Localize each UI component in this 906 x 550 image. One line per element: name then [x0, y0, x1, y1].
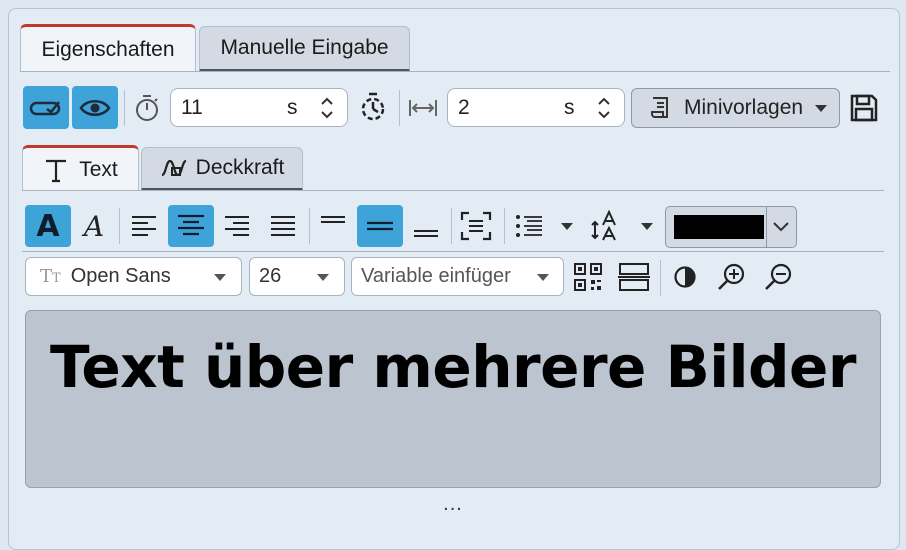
separator: [660, 260, 661, 296]
valign-top-icon: [321, 216, 345, 223]
spacing-input[interactable]: 2 s: [447, 88, 625, 127]
list-dropdown-icon[interactable]: [561, 223, 573, 230]
list-button[interactable]: [512, 208, 546, 244]
subtab-divider: [22, 190, 884, 191]
visibility-button[interactable]: [72, 86, 118, 129]
spacing-unit: s: [564, 95, 575, 119]
barcode-icon: [618, 263, 650, 291]
color-dropdown-divider: [766, 207, 767, 247]
tab-deckkraft[interactable]: Deckkraft: [141, 147, 303, 191]
bold-a-icon: A: [36, 208, 60, 244]
insert-variable-select[interactable]: Variable einfüger: [351, 257, 564, 296]
separator: [399, 90, 400, 126]
separator: [119, 208, 120, 244]
tab-divider: [20, 71, 890, 72]
valign-middle-icon: [367, 221, 393, 231]
separator: [504, 208, 505, 244]
timing-icon[interactable]: [355, 88, 391, 126]
valign-bottom-button[interactable]: [409, 208, 443, 244]
zoom-in-icon: [718, 263, 745, 290]
zoom-out-button[interactable]: [760, 259, 796, 295]
zoom-out-icon: [765, 263, 792, 290]
align-center-icon: [178, 214, 204, 236]
text-t-icon: [46, 159, 67, 182]
font-size-select[interactable]: 26: [249, 257, 345, 296]
width-arrows-icon: [406, 92, 440, 124]
fit-frame-icon: [460, 211, 492, 241]
color-picker[interactable]: [665, 206, 797, 248]
duration-spinner-icon[interactable]: [319, 95, 335, 121]
visibility-link-toggle[interactable]: [23, 86, 69, 129]
preview-text: Text über mehrere Bilder: [49, 333, 857, 401]
valign-top-button[interactable]: [316, 208, 350, 244]
align-center-button[interactable]: [168, 205, 214, 247]
insert-variable-label: Variable einfüger: [361, 265, 511, 287]
bullet-list-icon: [516, 215, 542, 237]
italic-button[interactable]: A: [76, 207, 112, 245]
text-editor-area[interactable]: Text über mehrere Bilder: [25, 310, 881, 488]
tab-deckkraft-label: Deckkraft: [195, 156, 285, 179]
qr-code-icon: [574, 263, 602, 291]
duration-input[interactable]: 11 s: [170, 88, 348, 127]
stopwatch-icon: [131, 90, 163, 126]
toggle-link-icon: [29, 100, 61, 115]
chevron-down-icon: [214, 274, 226, 281]
duration-unit: s: [287, 95, 298, 119]
tab-eigenschaften-label: Eigenschaften: [41, 37, 175, 61]
separator: [309, 208, 310, 244]
save-icon[interactable]: [846, 90, 882, 126]
font-tt-icon: TT: [40, 266, 61, 287]
separator: [451, 208, 452, 244]
align-right-button[interactable]: [220, 208, 254, 244]
spacing-spinner-icon[interactable]: [596, 95, 612, 121]
tab-text[interactable]: Text: [22, 145, 139, 191]
tab-eigenschaften[interactable]: Eigenschaften: [20, 24, 196, 72]
tab-manuelle-eingabe[interactable]: Manuelle Eingabe: [199, 26, 410, 72]
bold-button[interactable]: A: [25, 205, 71, 247]
justify-button[interactable]: [266, 208, 300, 244]
zoom-in-button[interactable]: [713, 259, 749, 295]
font-family-value: Open Sans: [70, 265, 171, 287]
font-family-select[interactable]: TT Open Sans: [25, 257, 242, 296]
align-right-icon: [225, 216, 249, 236]
text-size-dropdown-icon[interactable]: [641, 223, 653, 230]
justify-icon: [271, 216, 295, 236]
chevron-down-icon: [815, 105, 827, 112]
valign-middle-button[interactable]: [357, 205, 403, 247]
spacing-value: 2: [458, 95, 470, 119]
italic-a-icon: A: [83, 209, 105, 243]
text-size-button[interactable]: [589, 208, 627, 244]
chevron-down-icon: [317, 274, 329, 281]
separator: [124, 90, 125, 126]
opacity-wave-icon: [161, 159, 187, 177]
templates-dropdown[interactable]: Minivorlagen: [631, 88, 840, 128]
contrast-button[interactable]: [668, 259, 702, 295]
color-swatch: [674, 215, 764, 239]
align-left-icon: [132, 216, 156, 236]
scroll-icon: [651, 97, 668, 118]
fit-text-button[interactable]: [457, 208, 495, 244]
duration-value: 11: [181, 95, 203, 119]
align-left-button[interactable]: [127, 208, 161, 244]
qr-code-button[interactable]: [571, 259, 605, 295]
chevron-down-icon: [773, 222, 789, 232]
eye-icon: [79, 99, 111, 116]
tab-manuelle-eingabe-label: Manuelle Eingabe: [220, 36, 389, 59]
valign-bottom-icon: [414, 230, 438, 237]
row-divider: [22, 251, 884, 252]
contrast-icon: [674, 266, 696, 288]
font-size-icon: [591, 210, 616, 241]
tab-text-label: Text: [79, 157, 118, 181]
chevron-down-icon: [537, 274, 549, 281]
font-size-value: 26: [259, 265, 282, 287]
barcode-button[interactable]: [616, 259, 652, 295]
resize-handle[interactable]: ...: [437, 494, 469, 516]
templates-label: Minivorlagen: [684, 96, 804, 119]
